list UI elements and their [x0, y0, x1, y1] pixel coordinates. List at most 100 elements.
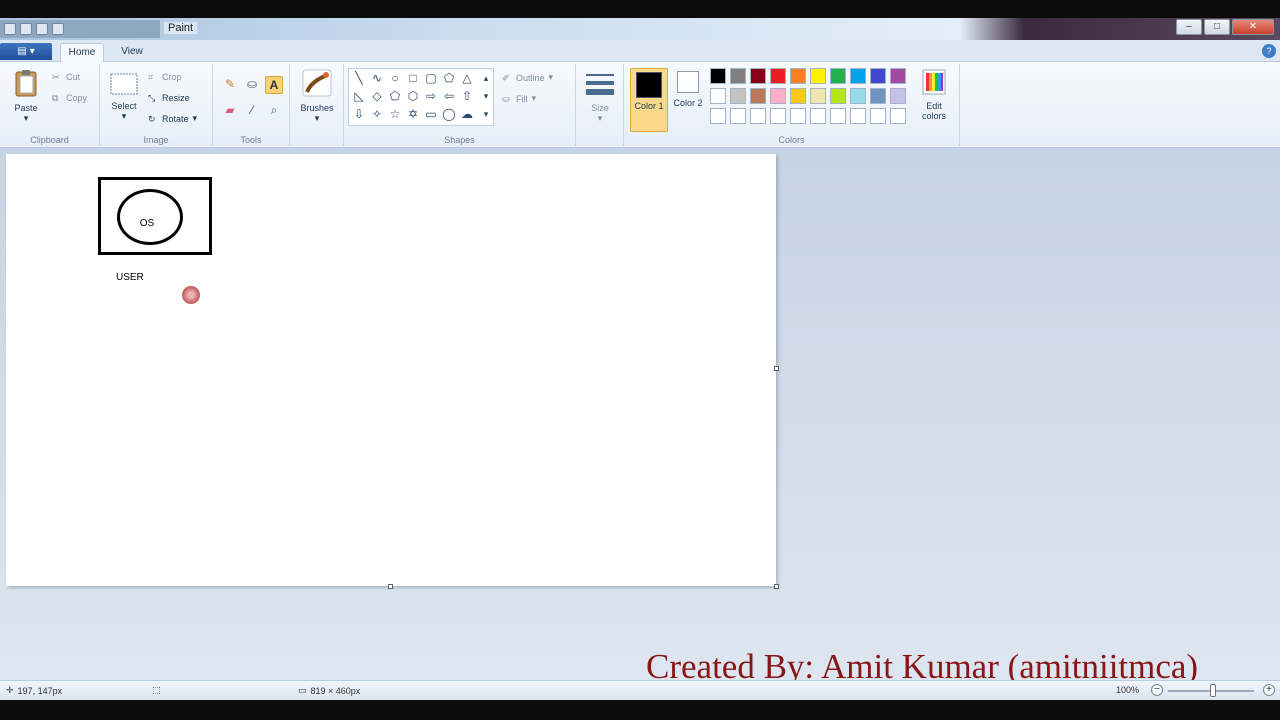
brushes-group: Brushes ▾: [290, 64, 344, 146]
resize-handle-corner[interactable]: [774, 584, 779, 589]
copy-button[interactable]: ⧉ Copy: [52, 93, 87, 103]
size-button[interactable]: Size ▾: [581, 70, 619, 124]
palette-swatch[interactable]: [750, 88, 766, 104]
color-picker-icon[interactable]: ⁄: [243, 102, 261, 120]
palette-swatch[interactable]: [810, 108, 826, 124]
shapes-more-icon[interactable]: ▾: [479, 107, 493, 121]
select-button[interactable]: Select ▾: [106, 72, 142, 122]
edit-colors-button[interactable]: Edit colors: [914, 68, 954, 121]
resize-button[interactable]: ⤡ Resize: [148, 93, 190, 103]
up-arrow-shape-icon[interactable]: ⇧: [460, 89, 474, 103]
fill-button[interactable]: ⛀ Fill ▾: [502, 93, 536, 104]
tab-home[interactable]: Home: [60, 43, 104, 62]
palette-swatch[interactable]: [790, 68, 806, 84]
drawing-canvas[interactable]: OS USER: [6, 154, 776, 586]
palette-swatch[interactable]: [830, 68, 846, 84]
palette-swatch[interactable]: [810, 68, 826, 84]
cloud-callout-shape-icon[interactable]: ☁: [460, 107, 474, 121]
resize-handle-bottom[interactable]: [388, 584, 393, 589]
palette-swatch[interactable]: [850, 108, 866, 124]
copy-label: Copy: [66, 93, 88, 103]
paint-app-icon[interactable]: [4, 23, 16, 35]
pentagon-shape-icon[interactable]: ⬠: [388, 89, 402, 103]
shapes-scroll-up-icon[interactable]: ▴: [479, 71, 493, 85]
palette-swatch[interactable]: [830, 108, 846, 124]
palette-swatch[interactable]: [710, 108, 726, 124]
eraser-icon[interactable]: ▰: [221, 102, 239, 120]
palette-swatch[interactable]: [850, 68, 866, 84]
text-tool-icon[interactable]: A: [265, 76, 283, 94]
paint-menu-button[interactable]: ▤ ▾: [0, 43, 52, 60]
tab-view[interactable]: View: [112, 43, 152, 62]
undo-icon[interactable]: [36, 23, 48, 35]
zoom-slider-thumb[interactable]: [1210, 684, 1216, 697]
palette-swatch[interactable]: [770, 108, 786, 124]
palette-swatch[interactable]: [850, 88, 866, 104]
triangle-shape-icon[interactable]: △: [460, 71, 474, 85]
palette-swatch[interactable]: [830, 88, 846, 104]
down-arrow-shape-icon[interactable]: ⇩: [352, 107, 366, 121]
palette-swatch[interactable]: [750, 108, 766, 124]
palette-swatch[interactable]: [890, 68, 906, 84]
crop-button[interactable]: ⌗ Crop: [148, 72, 182, 82]
cursor-position-value: 197, 147px: [17, 685, 63, 696]
resize-label: Resize: [162, 93, 190, 103]
zoom-out-button[interactable]: −: [1151, 684, 1163, 696]
maximize-button[interactable]: □: [1204, 19, 1230, 35]
line-shape-icon[interactable]: ╲: [352, 71, 366, 85]
save-icon[interactable]: [20, 23, 32, 35]
palette-swatch[interactable]: [870, 108, 886, 124]
curve-shape-icon[interactable]: ∿: [370, 71, 384, 85]
palette-swatch[interactable]: [710, 68, 726, 84]
palette-swatch[interactable]: [730, 88, 746, 104]
zoom-level: 100%: [1116, 685, 1140, 695]
color2-button[interactable]: Color 2: [670, 68, 706, 108]
help-icon[interactable]: ?: [1262, 44, 1276, 58]
minimize-button[interactable]: –: [1176, 19, 1202, 35]
paste-button[interactable]: Paste ▾: [6, 68, 46, 124]
right-arrow-shape-icon[interactable]: ⇨: [424, 89, 438, 103]
rounded-rectangle-shape-icon[interactable]: ▢: [424, 71, 438, 85]
polygon-shape-icon[interactable]: ⬠: [442, 71, 456, 85]
rounded-callout-shape-icon[interactable]: ▭: [424, 107, 438, 121]
color1-button[interactable]: Color 1: [630, 68, 668, 132]
redo-icon[interactable]: [52, 23, 64, 35]
palette-swatch[interactable]: [770, 88, 786, 104]
left-arrow-shape-icon[interactable]: ⇦: [442, 89, 456, 103]
palette-swatch[interactable]: [770, 68, 786, 84]
palette-swatch[interactable]: [730, 108, 746, 124]
oval-callout-shape-icon[interactable]: ◯: [442, 107, 456, 121]
palette-swatch[interactable]: [750, 68, 766, 84]
resize-handle-right[interactable]: [774, 366, 779, 371]
palette-swatch[interactable]: [730, 68, 746, 84]
paste-label: Paste: [14, 103, 38, 113]
brushes-button[interactable]: Brushes ▾: [296, 68, 338, 124]
fill-bucket-icon[interactable]: ⛀: [243, 76, 261, 94]
palette-swatch[interactable]: [790, 108, 806, 124]
oval-shape-icon[interactable]: ○: [388, 71, 402, 85]
cut-button[interactable]: ✂ Cut: [52, 72, 80, 82]
four-point-star-shape-icon[interactable]: ✧: [370, 107, 384, 121]
pencil-icon[interactable]: ✎: [221, 76, 239, 94]
close-button[interactable]: ✕: [1232, 19, 1274, 35]
outline-brush-icon: ✐: [502, 72, 510, 83]
shapes-scroll-down-icon[interactable]: ▾: [479, 89, 493, 103]
palette-swatch[interactable]: [890, 108, 906, 124]
palette-swatch[interactable]: [810, 88, 826, 104]
palette-swatch[interactable]: [870, 88, 886, 104]
six-point-star-shape-icon[interactable]: ✡: [406, 107, 420, 121]
zoom-in-button[interactable]: +: [1263, 684, 1275, 696]
rotate-button[interactable]: ↻ Rotate ▾: [148, 113, 197, 124]
palette-swatch[interactable]: [890, 88, 906, 104]
palette-swatch[interactable]: [790, 88, 806, 104]
rectangle-shape-icon[interactable]: □: [406, 71, 420, 85]
five-point-star-shape-icon[interactable]: ☆: [388, 107, 402, 121]
palette-swatch[interactable]: [710, 88, 726, 104]
right-triangle-shape-icon[interactable]: ◺: [352, 89, 366, 103]
magnifier-icon[interactable]: ⌕: [265, 102, 283, 120]
outline-button[interactable]: ✐ Outline ▾: [502, 72, 553, 83]
image-group-label: Image: [143, 135, 169, 145]
palette-swatch[interactable]: [870, 68, 886, 84]
diamond-shape-icon[interactable]: ◇: [370, 89, 384, 103]
hexagon-shape-icon[interactable]: ⬡: [406, 89, 420, 103]
